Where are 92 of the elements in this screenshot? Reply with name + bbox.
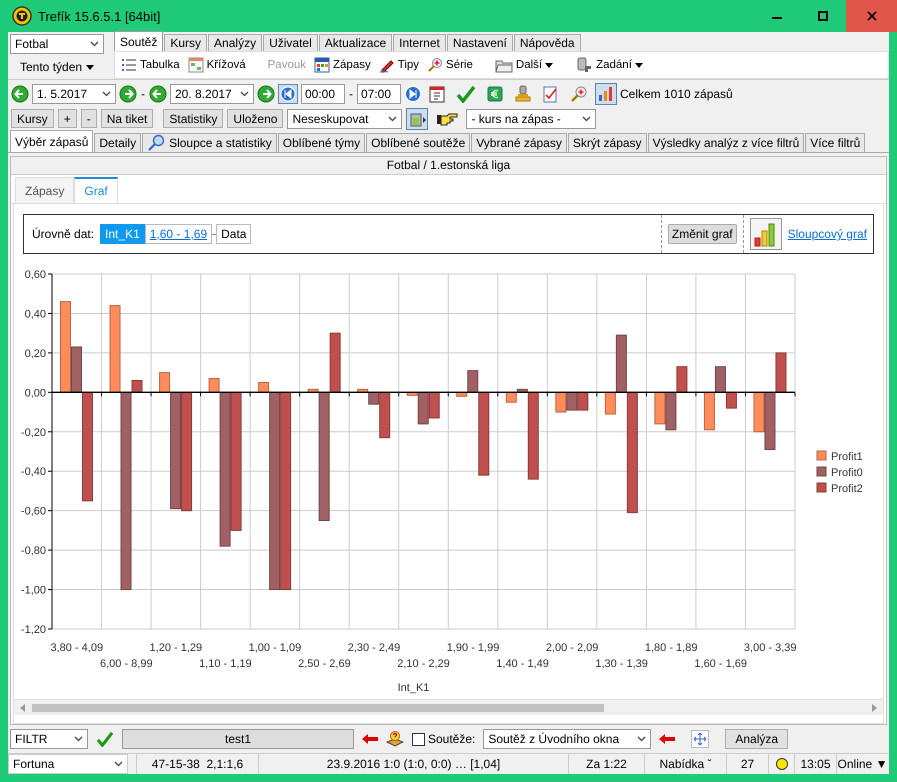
x-tick-label: 1,40 - 1,49 xyxy=(496,658,549,670)
tab[interactable]: Výběr zápasů xyxy=(10,130,94,152)
tab[interactable]: Výsledky analýz z více filtrů xyxy=(648,133,804,152)
filter-select[interactable]: FILTR xyxy=(10,729,88,749)
x-tick-label: 1,90 - 1,99 xyxy=(446,642,500,654)
y-tick-label: 0,60 xyxy=(24,269,46,281)
tab[interactable]: Více filtrů xyxy=(805,133,866,152)
menu-tab[interactable]: Soutěž xyxy=(114,31,164,51)
time-from-field[interactable]: 00:00 xyxy=(301,84,345,104)
x-tick-label: 3,80 - 4,09 xyxy=(50,642,104,654)
tab[interactable]: Skrýt zápasy xyxy=(568,133,647,152)
legend-label: Profit2 xyxy=(831,483,863,495)
x-tick-label: 1,30 - 1,39 xyxy=(595,658,648,670)
filter-name-field[interactable]: test1 xyxy=(122,729,354,749)
y-tick-label: -0,40 xyxy=(20,466,46,478)
panel-header: Fotbal / 1.estonská liga xyxy=(11,157,886,175)
action-button[interactable]: + xyxy=(58,109,77,128)
tab[interactable]: Detaily xyxy=(94,133,142,152)
bookmaker-select[interactable]: Fortuna xyxy=(8,754,128,774)
action-button[interactable]: Kursy xyxy=(11,109,54,128)
menu-tab[interactable]: Internet xyxy=(393,34,446,51)
range-separator: - xyxy=(140,86,146,100)
toolbar-button[interactable]: Zápasy xyxy=(312,57,373,73)
menu-tab[interactable]: Aktualizace xyxy=(318,34,392,51)
date-to-select[interactable]: 20. 8.2017 xyxy=(170,84,254,104)
match-count: Celkem 1010 zápasů xyxy=(620,86,733,100)
toolbar-button[interactable]: Série xyxy=(425,57,475,73)
status-countdown: Za 1:22 xyxy=(568,754,644,774)
action-button[interactable]: Na tiket xyxy=(100,109,154,128)
competition-select[interactable]: Soutěž z Úvodního okna xyxy=(483,729,652,749)
status-connection[interactable]: Online ▼ xyxy=(836,754,888,774)
legend-label: Profit0 xyxy=(831,467,863,479)
view-tab[interactable]: Zápasy xyxy=(15,177,74,203)
levels-label: Úrovně dat: xyxy=(32,227,94,241)
status-record: 47-15-38 2,1:1,6 xyxy=(136,754,258,774)
chart-type-link[interactable]: Sloupcový graf xyxy=(788,227,867,241)
grouping-select[interactable]: Neseskupovat xyxy=(287,108,402,128)
y-tick-label: 0,20 xyxy=(24,348,46,360)
status-count: 27 xyxy=(726,754,768,774)
y-tick-label: -1,00 xyxy=(20,584,46,597)
tab[interactable]: Oblíbené týmy xyxy=(278,133,366,152)
x-tick-label: 1,10 - 1,19 xyxy=(199,658,252,670)
status-last-match: 23.9.2016 1:0 (1:0, 0:0) … [1,04] xyxy=(258,754,568,774)
action-button[interactable]: Uloženo xyxy=(227,109,284,128)
x-tick-label: 2,50 - 2,69 xyxy=(298,658,351,670)
toolbar-button[interactable]: Tabulka xyxy=(119,57,182,73)
menu-tab[interactable]: Kursy xyxy=(164,34,208,51)
toolbar-button[interactable]: Zadání xyxy=(573,57,645,73)
status-time: 13:05 xyxy=(794,754,836,774)
tab[interactable]: Oblíbené soutěže xyxy=(366,133,470,152)
toolbar-button[interactable]: Další xyxy=(492,57,556,73)
tab[interactable]: Sloupce a statistiky xyxy=(142,133,277,152)
view-tab[interactable]: Graf xyxy=(74,177,118,203)
action-button[interactable]: Statistiky xyxy=(163,109,224,128)
status-offer[interactable]: Nabídka ˇ xyxy=(644,754,726,774)
y-tick-label: 0,00 xyxy=(24,387,46,400)
x-tick-label: 3,00 - 3,39 xyxy=(744,642,797,654)
toolbar-button[interactable]: Křížová xyxy=(186,57,248,73)
y-tick-label: -1,20 xyxy=(20,624,46,636)
competitions-checkbox[interactable]: Soutěže: xyxy=(412,732,476,746)
menu-tab[interactable]: Nastavení xyxy=(446,34,513,51)
y-tick-label: -0,60 xyxy=(20,506,46,518)
toolbar-button[interactable]: Tipy xyxy=(376,57,422,73)
analyze-button[interactable]: Analýza xyxy=(725,729,788,749)
window-title: Trefík 15.6.5.1 [64bit] xyxy=(38,8,162,24)
change-chart-button[interactable]: Změnit graf xyxy=(668,224,737,244)
x-axis-title: Int_K1 xyxy=(398,682,430,694)
y-tick-label: -0,20 xyxy=(20,426,46,439)
x-tick-label: 1,00 - 1,09 xyxy=(248,642,302,654)
action-button[interactable]: - xyxy=(80,109,97,128)
tab[interactable]: Vybrané zápasy xyxy=(471,133,567,152)
menu-tab[interactable]: Uživatel xyxy=(263,34,318,51)
x-tick-label: 6,00 - 8,99 xyxy=(100,658,153,670)
menu-tab[interactable]: Analýzy xyxy=(208,34,262,51)
x-tick-label: 2,00 - 2,09 xyxy=(546,642,598,654)
level-link[interactable]: 1,60 - 1,69 xyxy=(144,224,212,244)
range-separator: - xyxy=(348,86,354,100)
x-tick-label: 1,80 - 1,89 xyxy=(644,642,698,654)
odds-select[interactable]: - kurs na zápas - xyxy=(466,108,596,128)
menu-tab[interactable]: Nápověda xyxy=(514,34,581,51)
x-tick-label: 1,60 - 1,69 xyxy=(694,658,747,670)
date-from-select[interactable]: 1. 5.2017 xyxy=(32,84,116,104)
x-tick-label: 2,10 - 2,29 xyxy=(397,658,450,670)
y-tick-label: -0,80 xyxy=(20,545,46,558)
sport-select[interactable]: Fotbal xyxy=(10,34,104,54)
level-chip[interactable]: Data xyxy=(216,224,252,244)
x-tick-label: 1,20 - 1,29 xyxy=(150,642,202,654)
legend-label: Profit1 xyxy=(831,451,863,463)
y-tick-label: 0,40 xyxy=(24,308,46,320)
time-to-field[interactable]: 07:00 xyxy=(357,84,401,104)
x-tick-label: 2,30 - 2,49 xyxy=(348,642,400,654)
period-dropdown-button[interactable]: Tento týden xyxy=(10,56,114,78)
